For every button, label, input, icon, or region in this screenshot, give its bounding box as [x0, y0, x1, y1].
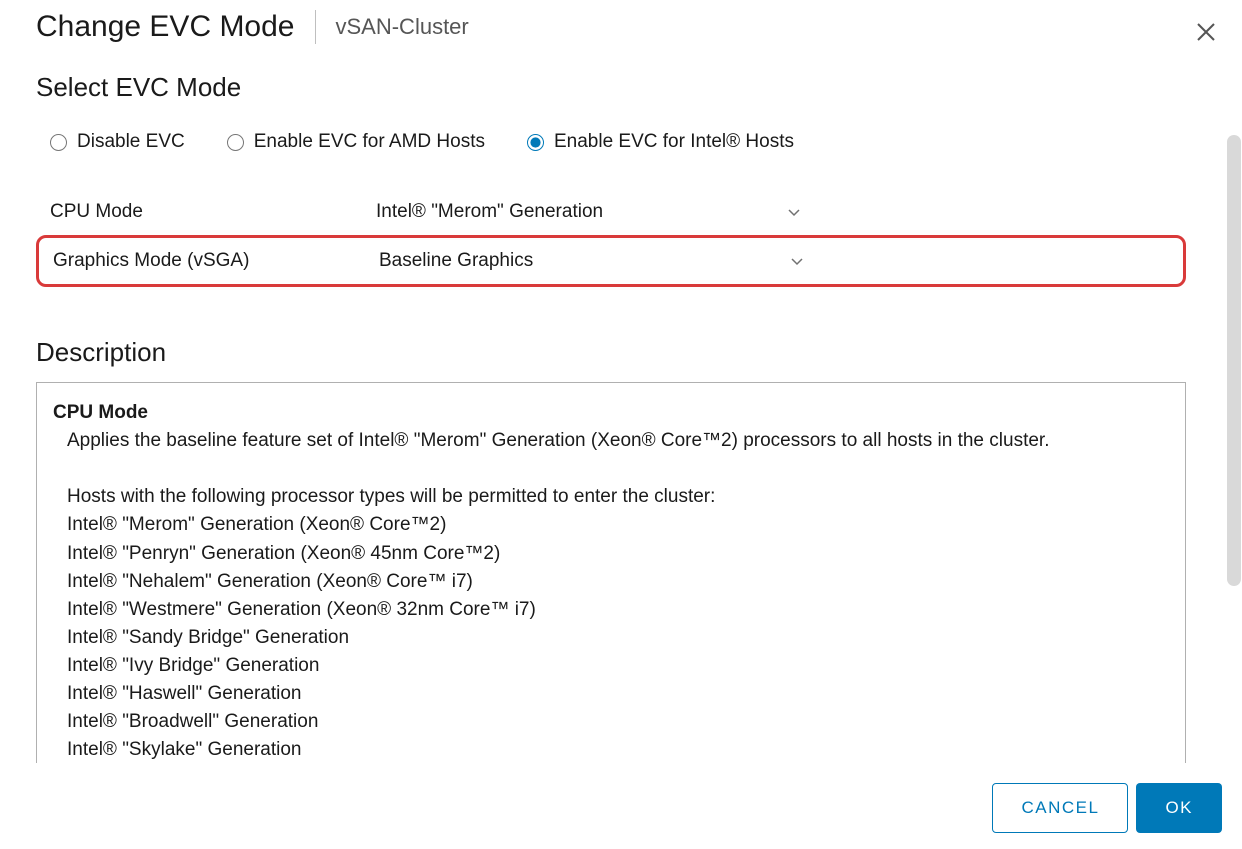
- dialog-footer: CANCEL OK: [0, 763, 1242, 849]
- radio-enable-amd[interactable]: Enable EVC for AMD Hosts: [227, 131, 485, 153]
- cancel-button[interactable]: CANCEL: [992, 783, 1128, 833]
- graphics-mode-row: Graphics Mode (vSGA) Baseline Graphics: [36, 235, 1186, 287]
- radio-enable-amd-input[interactable]: [227, 134, 244, 151]
- dialog-body: Select EVC Mode Disable EVC Enable EVC f…: [0, 52, 1242, 763]
- radio-disable-evc[interactable]: Disable EVC: [50, 131, 185, 153]
- graphics-mode-select[interactable]: Baseline Graphics: [379, 250, 803, 272]
- ok-button[interactable]: OK: [1136, 783, 1222, 833]
- graphics-mode-label: Graphics Mode (vSGA): [53, 250, 379, 272]
- evc-radio-group: Disable EVC Enable EVC for AMD Hosts Ena…: [36, 131, 1186, 153]
- cpu-mode-row: CPU Mode Intel® "Merom" Generation: [36, 189, 1186, 235]
- description-panel: CPU Mode Applies the baseline feature se…: [36, 382, 1186, 763]
- change-evc-dialog: Change EVC Mode vSAN-Cluster Select EVC …: [0, 0, 1242, 849]
- radio-enable-intel-input[interactable]: [527, 134, 544, 151]
- chevron-down-icon: [788, 204, 800, 220]
- select-mode-heading: Select EVC Mode: [36, 72, 1186, 103]
- scrollbar[interactable]: [1227, 135, 1241, 586]
- graphics-mode-value: Baseline Graphics: [379, 250, 533, 272]
- content-area: Select EVC Mode Disable EVC Enable EVC f…: [36, 72, 1206, 763]
- close-button[interactable]: [1192, 18, 1220, 46]
- cpu-mode-label: CPU Mode: [50, 201, 376, 223]
- radio-enable-amd-label: Enable EVC for AMD Hosts: [254, 131, 485, 153]
- title-divider: [315, 10, 316, 44]
- description-heading: Description: [36, 337, 1186, 368]
- radio-disable-evc-input[interactable]: [50, 134, 67, 151]
- radio-enable-intel-label: Enable EVC for Intel® Hosts: [554, 131, 794, 153]
- close-icon: [1195, 21, 1217, 43]
- radio-disable-evc-label: Disable EVC: [77, 131, 185, 153]
- radio-enable-intel[interactable]: Enable EVC for Intel® Hosts: [527, 131, 794, 153]
- description-text: Applies the baseline feature set of Inte…: [53, 427, 1169, 763]
- dialog-title: Change EVC Mode: [36, 10, 295, 44]
- chevron-down-icon: [791, 253, 803, 269]
- cpu-mode-select[interactable]: Intel® "Merom" Generation: [376, 201, 800, 223]
- cpu-mode-value: Intel® "Merom" Generation: [376, 201, 603, 223]
- dialog-subtitle: vSAN-Cluster: [336, 14, 469, 40]
- description-subheading: CPU Mode: [53, 399, 1169, 427]
- dialog-header: Change EVC Mode vSAN-Cluster: [0, 0, 1242, 52]
